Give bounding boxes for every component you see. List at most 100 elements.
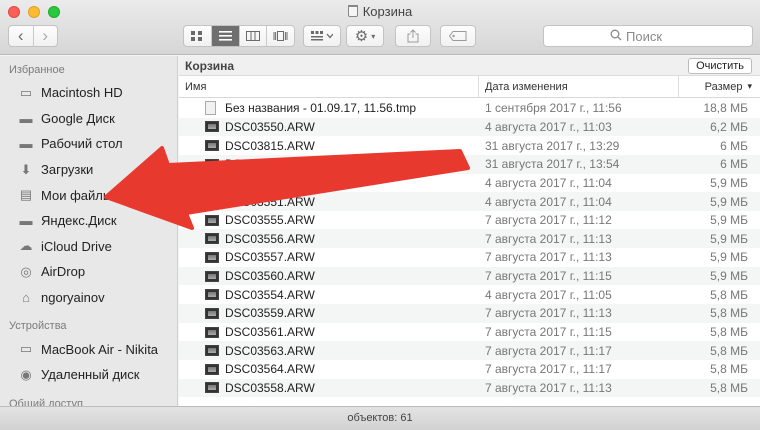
sidebar-heading-shared: Общий доступ xyxy=(9,397,83,406)
image-file-icon xyxy=(205,158,219,170)
column-view-button[interactable] xyxy=(240,26,268,46)
column-size[interactable]: Размер ▾ xyxy=(679,76,760,98)
location-bar: Корзина Очистить xyxy=(179,56,760,76)
file-name-cell: DSC03550.ARW xyxy=(179,120,479,134)
file-size: 5,9 МБ xyxy=(710,269,748,284)
image-file-icon xyxy=(205,326,219,338)
column-header: Имя Дата изменения Размер ▾ xyxy=(179,75,760,98)
sidebar-item-macintosh-hd[interactable]: ▭ Macintosh HD xyxy=(0,80,177,106)
sidebar-item-google-drive[interactable]: ▬ Google Диск xyxy=(0,106,177,132)
sidebar-item-home[interactable]: ⌂ ngoryainov xyxy=(0,285,177,311)
table-row[interactable]: DSC03840.ARW 31 августа 2017 г., 13:54 6 М… xyxy=(179,154,760,174)
file-size: 5,9 МБ xyxy=(710,175,748,190)
file-date: 7 августа 2017 г., 11:13 xyxy=(485,306,612,321)
chevron-left-icon: ‹ xyxy=(17,26,24,45)
file-size: 5,9 МБ xyxy=(710,194,748,209)
empty-trash-button[interactable]: Очистить xyxy=(688,58,752,74)
arrange-icon xyxy=(311,31,333,41)
sidebar-item-yandex-disk[interactable]: ▬ Яндекс.Диск xyxy=(0,208,177,234)
table-row[interactable]: DSC03550.ARW 4 августа 2017 г., 11:03 6,2 … xyxy=(179,117,760,137)
image-file-icon xyxy=(205,307,219,319)
search-icon xyxy=(610,29,622,44)
file-size: 5,8 МБ xyxy=(710,325,748,339)
sidebar-item-icloud-drive[interactable]: ☁ iCloud Drive xyxy=(0,234,177,260)
file-name: DSC03815.ARW xyxy=(225,138,315,153)
image-file-icon xyxy=(205,214,219,226)
column-name[interactable]: Имя xyxy=(179,75,479,98)
image-file-icon xyxy=(205,289,219,301)
sidebar: Избранное ▭ Macintosh HD ▬ Google Диск ▬ Ра… xyxy=(0,56,178,406)
item-count: объектов: 61 xyxy=(347,412,413,424)
file-size: 5,9 МБ xyxy=(710,250,748,265)
search-field[interactable] xyxy=(543,25,753,47)
coverflow-view-button[interactable] xyxy=(267,26,294,46)
file-size: 6,2 МБ xyxy=(710,119,748,134)
file-name: DSC03551.ARW xyxy=(225,194,315,209)
file-name-cell: DSC03559.ARW xyxy=(179,306,479,320)
forward-button[interactable]: › xyxy=(34,26,58,46)
sidebar-item-downloads[interactable]: ⬇ Загрузки xyxy=(0,157,177,183)
sidebar-item-macbook[interactable]: ▭ MacBook Air - Nikita xyxy=(0,336,177,362)
file-name: DSC03554.ARW xyxy=(225,287,315,302)
column-view-icon xyxy=(245,31,260,41)
image-file-icon xyxy=(205,121,219,133)
arrange-button[interactable] xyxy=(303,25,341,47)
share-button[interactable] xyxy=(395,25,431,47)
file-name: DSC03558.ARW xyxy=(225,380,315,395)
file-date: 7 августа 2017 г., 11:13 xyxy=(485,250,612,265)
image-file-icon xyxy=(205,196,219,208)
file-size: 5,9 МБ xyxy=(710,213,748,228)
cloud-icon: ☁ xyxy=(19,238,33,254)
search-input[interactable] xyxy=(626,28,686,44)
table-row[interactable]: DSC03552.ARW 4 августа 2017 г., 11:04 5,9 … xyxy=(179,174,760,193)
table-row[interactable]: DSC03556.ARW 7 августа 2017 г., 11:13 5,9 … xyxy=(179,229,760,249)
file-name: DSC03555.ARW xyxy=(225,213,315,228)
action-button[interactable]: ⚙ ▾ xyxy=(346,25,384,47)
gear-icon: ⚙ xyxy=(354,28,369,45)
chevron-right-icon: › xyxy=(42,26,49,45)
file-name-cell: Без названия - 01.09.17, 11.56.tmp xyxy=(179,101,479,116)
table-row[interactable]: DSC03558.ARW 7 августа 2017 г., 11:13 5,8 … xyxy=(179,378,760,398)
file-size: 5,8 МБ xyxy=(710,380,748,395)
sidebar-item-my-files[interactable]: ▤ Мои файлы xyxy=(0,182,177,208)
list-view-button[interactable] xyxy=(211,26,240,46)
table-row[interactable]: Без названия - 01.09.17, 11.56.tmp 1 сент… xyxy=(179,99,760,118)
file-name: DSC03556.ARW xyxy=(225,231,315,246)
table-row[interactable]: DSC03551.ARW 4 августа 2017 г., 11:04 5,9 … xyxy=(179,192,760,211)
icon-view-button[interactable] xyxy=(184,26,212,46)
file-date: 7 августа 2017 г., 11:13 xyxy=(485,231,612,246)
file-size: 18,8 МБ xyxy=(703,101,748,116)
file-size: 5,9 МБ xyxy=(710,231,748,246)
table-row[interactable]: DSC03564.ARW 7 августа 2017 г., 11:17 5,8 … xyxy=(179,360,760,379)
image-file-icon xyxy=(205,140,219,152)
documents-icon: ▤ xyxy=(19,187,33,203)
status-bar: объектов: 61 xyxy=(0,406,760,430)
tag-button[interactable] xyxy=(440,25,476,47)
column-date-modified[interactable]: Дата изменения xyxy=(479,75,679,98)
table-row[interactable]: DSC03563.ARW 7 августа 2017 г., 11:17 5,8 … xyxy=(179,341,760,360)
chevron-down-icon: ▾ xyxy=(371,31,376,41)
image-file-icon xyxy=(205,270,219,282)
sidebar-item-desktop[interactable]: ▬ Рабочий стол xyxy=(0,131,177,157)
table-row[interactable]: DSC03560.ARW 7 августа 2017 г., 11:15 5,9 … xyxy=(179,266,760,286)
sidebar-item-remote-disc[interactable]: ◉ Удаленный диск xyxy=(0,362,177,388)
back-button[interactable]: ‹ xyxy=(9,26,34,46)
table-row[interactable]: DSC03557.ARW 7 августа 2017 г., 11:13 5,9 … xyxy=(179,248,760,267)
image-file-icon xyxy=(205,345,219,357)
file-date: 4 августа 2017 г., 11:04 xyxy=(485,194,612,209)
toolbar: Корзина ‹ › ⚙ ▾ xyxy=(0,0,760,55)
table-row[interactable]: DSC03554.ARW 4 августа 2017 г., 11:05 5,8 … xyxy=(179,285,760,304)
sidebar-item-airdrop[interactable]: ◎ AirDrop xyxy=(0,259,177,285)
file-name-cell: DSC03552.ARW xyxy=(179,176,479,190)
view-mode-control xyxy=(183,25,295,47)
file-date: 4 августа 2017 г., 11:05 xyxy=(485,287,612,302)
table-row[interactable]: DSC03561.ARW 7 августа 2017 г., 11:15 5,8 … xyxy=(179,323,760,342)
file-name-cell: DSC03564.ARW xyxy=(179,362,479,376)
file-rows: Без названия - 01.09.17, 11.56.tmp 1 сент… xyxy=(179,99,760,398)
disk-icon: ▭ xyxy=(19,84,33,100)
table-row[interactable]: DSC03559.ARW 7 августа 2017 г., 11:13 5,8 … xyxy=(179,304,760,323)
file-name-cell: DSC03556.ARW xyxy=(179,232,479,246)
table-row[interactable]: DSC03555.ARW 7 августа 2017 г., 11:12 5,9 … xyxy=(179,211,760,230)
table-row[interactable]: DSC03815.ARW 31 августа 2017 г., 13:29 6 М… xyxy=(179,136,760,155)
finder-window: Корзина ‹ › ⚙ ▾ Поиск Избранное ▭ Macint… xyxy=(0,0,760,430)
